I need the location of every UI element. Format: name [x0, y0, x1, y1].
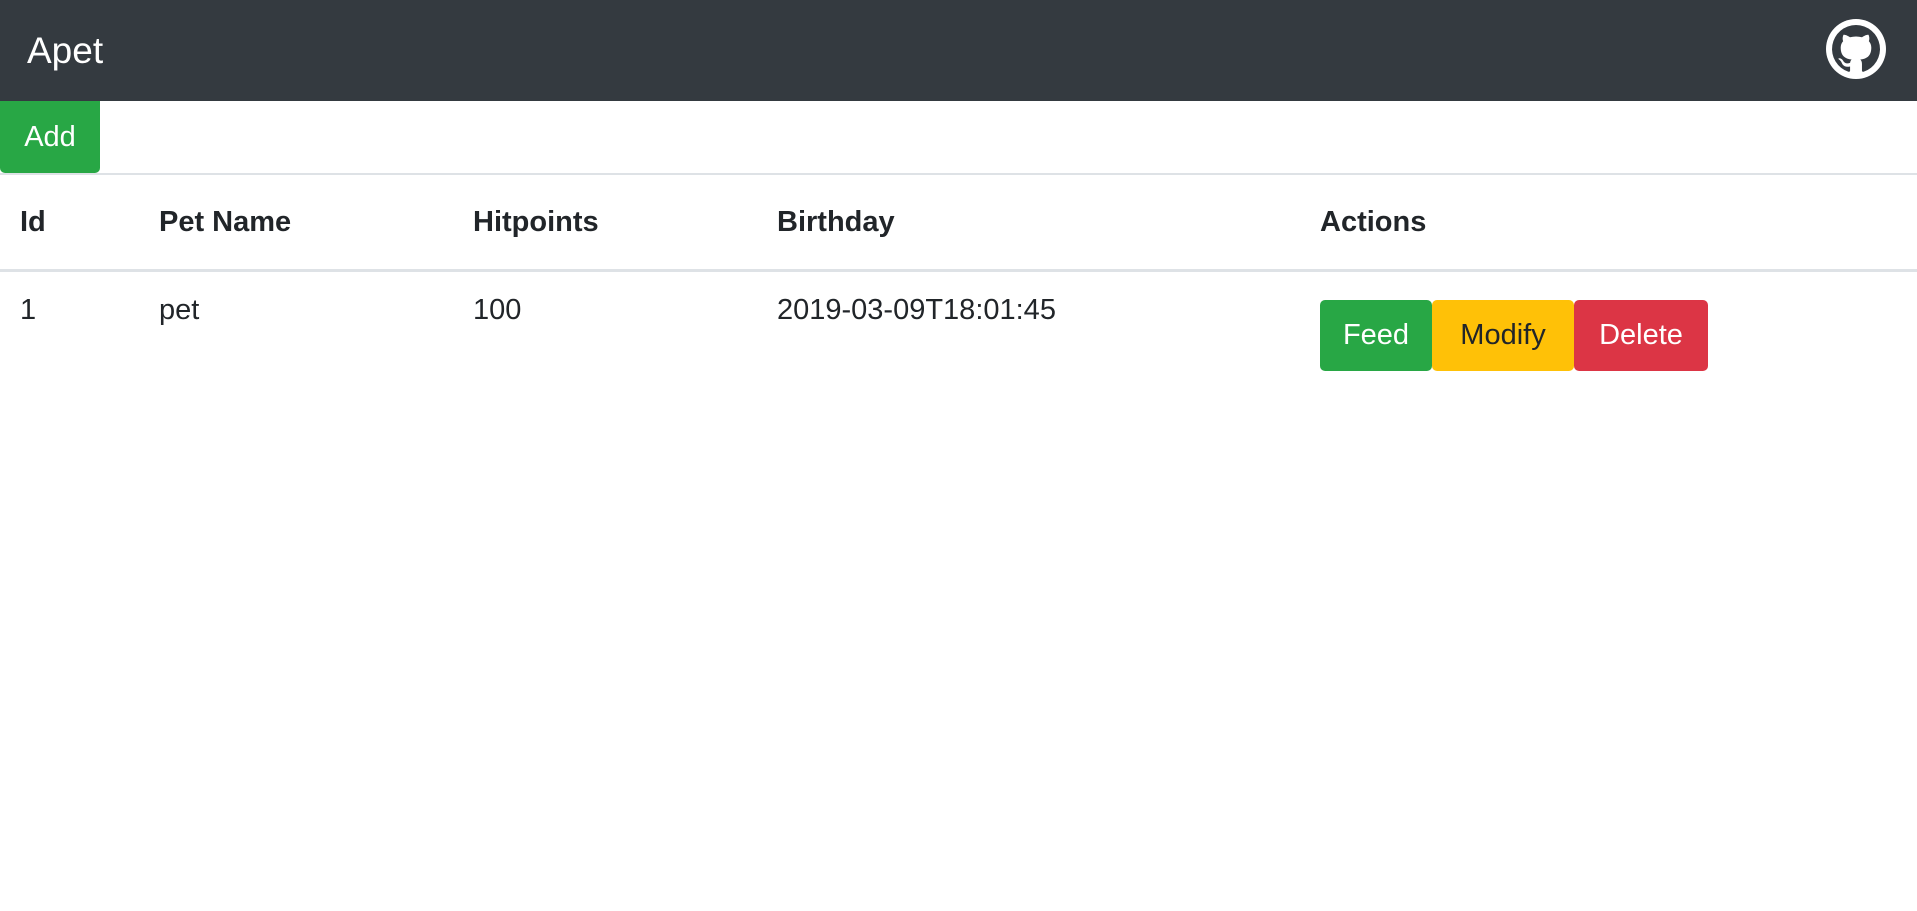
cell-birthday: 2019-03-09T18:01:45: [777, 294, 1056, 326]
feed-button[interactable]: Feed: [1320, 300, 1432, 371]
github-icon[interactable]: [1826, 19, 1886, 79]
header-pet-name: Pet Name: [139, 173, 453, 272]
table-body: 1 pet 100 2019-03-09T18:01:45 Feed Modif…: [0, 271, 1917, 408]
cell-id: 1: [20, 294, 37, 326]
header-birthday: Birthday: [757, 173, 1300, 272]
header-row: Id Pet Name Hitpoints Birthday Actions: [0, 173, 1917, 272]
header-id: Id: [0, 173, 139, 272]
header-actions: Actions: [1300, 173, 1917, 272]
cell-actions: Feed Modify Delete: [1300, 271, 1917, 408]
table-row: 1 pet 100 2019-03-09T18:01:45 Feed Modif…: [0, 271, 1917, 408]
brand-title[interactable]: Apet: [27, 0, 103, 101]
add-button[interactable]: Add: [0, 101, 100, 173]
modify-button[interactable]: Modify: [1432, 300, 1574, 371]
navbar: Apet: [0, 0, 1917, 101]
pets-table: Id Pet Name Hitpoints Birthday Actions 1…: [0, 173, 1917, 407]
header-hitpoints: Hitpoints: [453, 173, 757, 272]
delete-button[interactable]: Delete: [1574, 300, 1708, 371]
cell-hitpoints: 100: [473, 294, 522, 326]
action-buttons: Feed Modify Delete: [1320, 292, 1917, 371]
cell-pet-name: pet: [159, 294, 200, 326]
table-header: Id Pet Name Hitpoints Birthday Actions: [0, 173, 1917, 272]
